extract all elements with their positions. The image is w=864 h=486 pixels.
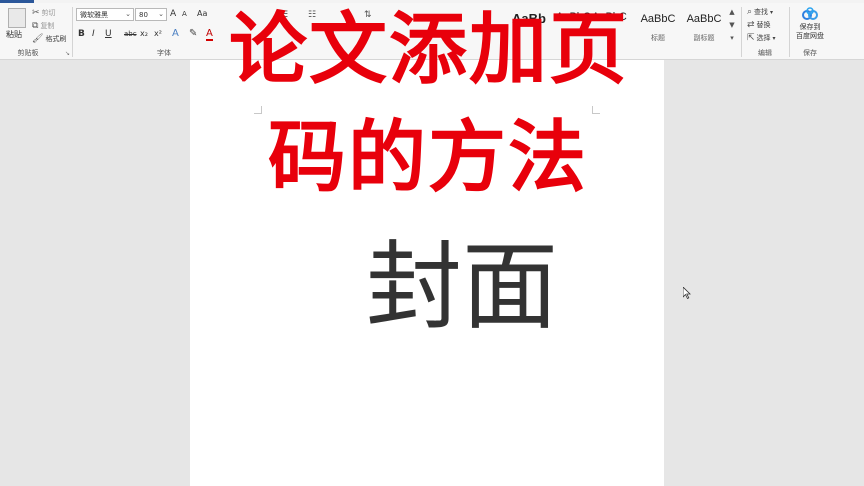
overlay-title-line-2: 码的方法 xyxy=(267,113,588,203)
cover-text[interactable]: 封面 xyxy=(366,232,558,342)
mouse-pointer-icon xyxy=(683,287,691,299)
overlay-title-line-1: 论文添加页 xyxy=(228,5,629,95)
